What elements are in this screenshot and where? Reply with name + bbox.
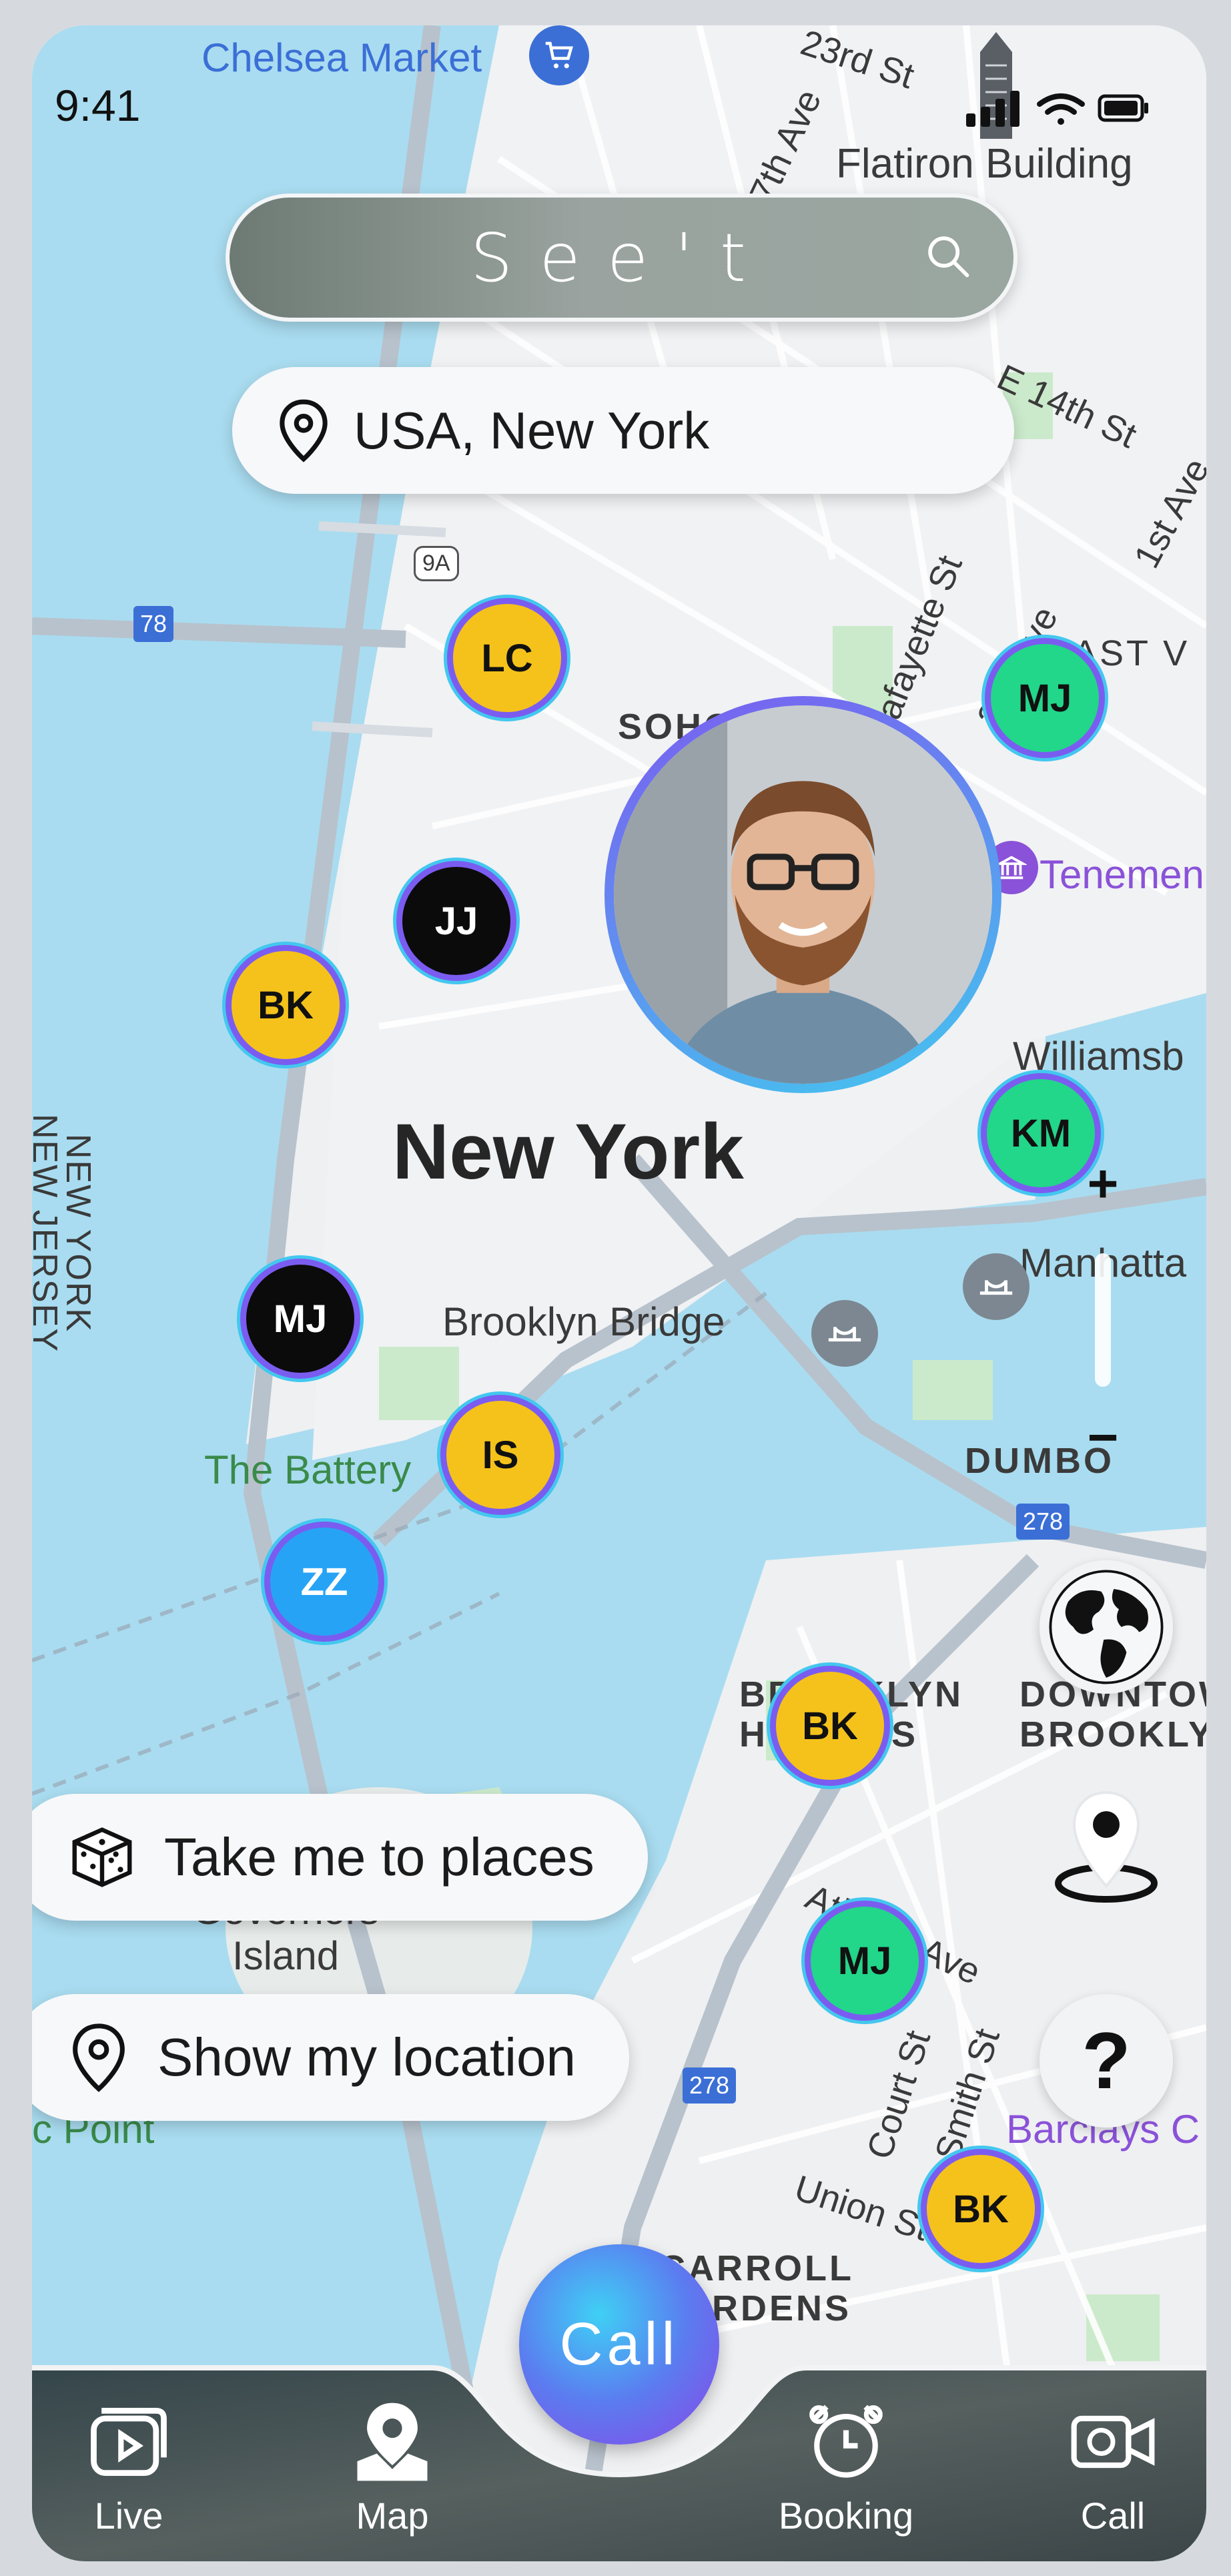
highway-shield-78: 78 bbox=[133, 606, 174, 642]
user-marker[interactable]: MJ bbox=[240, 1259, 360, 1379]
globe-button[interactable] bbox=[1040, 1560, 1173, 1694]
show-location-label: Show my location bbox=[157, 2027, 576, 2087]
nav-booking[interactable]: Booking bbox=[759, 2395, 933, 2537]
video-call-icon bbox=[1071, 2415, 1155, 2469]
status-time: 9:41 bbox=[55, 81, 141, 130]
wifi-icon bbox=[1037, 93, 1085, 125]
search-bar[interactable]: See't bbox=[226, 194, 1017, 322]
location-target-icon bbox=[1055, 1791, 1158, 1903]
map-label-ny: NEW YORK bbox=[59, 1133, 98, 1333]
nav-call[interactable]: Call bbox=[1060, 2395, 1166, 2537]
user-marker[interactable]: MJ bbox=[985, 638, 1105, 758]
map-label-downtown-2: BROOKLYN bbox=[1019, 1714, 1206, 1754]
pin-icon bbox=[65, 2021, 132, 2094]
bridge-icon[interactable] bbox=[963, 1253, 1030, 1320]
zoom-slider-track[interactable] bbox=[1095, 1253, 1111, 1387]
phone-frame: Chelsea Market Flatiron Building 23rd St… bbox=[32, 25, 1206, 2561]
help-icon: ? bbox=[1082, 2016, 1131, 2106]
status-bar: 9:41 bbox=[32, 72, 1206, 139]
pin-icon bbox=[274, 397, 334, 464]
map-label-tenement: Tenemen bbox=[1040, 852, 1204, 897]
zoom-out-button[interactable]: − bbox=[1063, 1407, 1143, 1474]
dice-icon bbox=[65, 1821, 139, 1894]
user-marker[interactable]: JJ bbox=[396, 861, 516, 981]
nav-call-label: Call bbox=[1080, 2495, 1146, 2537]
location-selector[interactable]: USA, New York bbox=[232, 367, 1014, 494]
user-marker[interactable]: IS bbox=[440, 1395, 560, 1515]
map-label-the-battery: The Battery bbox=[204, 1447, 412, 1492]
help-button[interactable]: ? bbox=[1040, 1994, 1173, 2128]
globe-icon bbox=[1049, 1570, 1164, 1684]
city-label: New York bbox=[392, 1108, 744, 1196]
live-video-icon bbox=[91, 2407, 167, 2477]
show-my-location-button[interactable]: Show my location bbox=[32, 1994, 629, 2121]
call-button[interactable]: Call bbox=[519, 2244, 719, 2445]
user-marker[interactable]: BK bbox=[770, 1666, 890, 1786]
nav-booking-label: Booking bbox=[778, 2495, 914, 2537]
nav-live-label: Live bbox=[94, 2495, 163, 2537]
highway-shield-278b: 278 bbox=[683, 2067, 737, 2104]
nav-live[interactable]: Live bbox=[72, 2395, 185, 2537]
map-label-brooklyn-bridge: Brooklyn Bridge bbox=[442, 1299, 725, 1344]
featured-user-avatar[interactable] bbox=[604, 696, 1001, 1093]
user-marker[interactable]: BK bbox=[226, 945, 346, 1065]
nav-map[interactable]: Map bbox=[326, 2395, 459, 2537]
map-pin-icon bbox=[357, 2402, 428, 2481]
signal-icon bbox=[966, 91, 1019, 127]
app-brand: See't bbox=[470, 218, 773, 297]
user-marker[interactable]: LC bbox=[447, 598, 567, 718]
take-me-label: Take me to places bbox=[164, 1827, 594, 1887]
highway-shield-9a: 9A bbox=[414, 546, 459, 581]
alarm-clock-icon bbox=[809, 2404, 883, 2478]
search-icon[interactable] bbox=[923, 231, 973, 285]
user-marker[interactable]: MJ bbox=[805, 1901, 925, 2021]
take-me-to-places-button[interactable]: Take me to places bbox=[32, 1794, 648, 1921]
user-marker[interactable]: ZZ bbox=[264, 1522, 384, 1642]
bridge-icon[interactable] bbox=[811, 1300, 878, 1367]
nav-map-label: Map bbox=[356, 2495, 429, 2537]
zoom-control: + − bbox=[1063, 1153, 1143, 1474]
recenter-button[interactable] bbox=[1040, 1774, 1173, 1907]
battery-icon bbox=[1098, 94, 1148, 122]
map-label-williamsburg: Williamsb bbox=[1013, 1034, 1184, 1078]
highway-shield-278a: 278 bbox=[1016, 1504, 1070, 1540]
zoom-in-button[interactable]: + bbox=[1063, 1153, 1143, 1227]
map-label-flatiron: Flatiron Building bbox=[836, 141, 1133, 187]
status-icons bbox=[966, 84, 1153, 134]
map-label-governors-2: Island bbox=[232, 1933, 340, 1978]
location-label: USA, New York bbox=[354, 400, 710, 460]
user-marker[interactable]: BK bbox=[921, 2149, 1041, 2269]
call-button-label: Call bbox=[559, 2310, 679, 2378]
